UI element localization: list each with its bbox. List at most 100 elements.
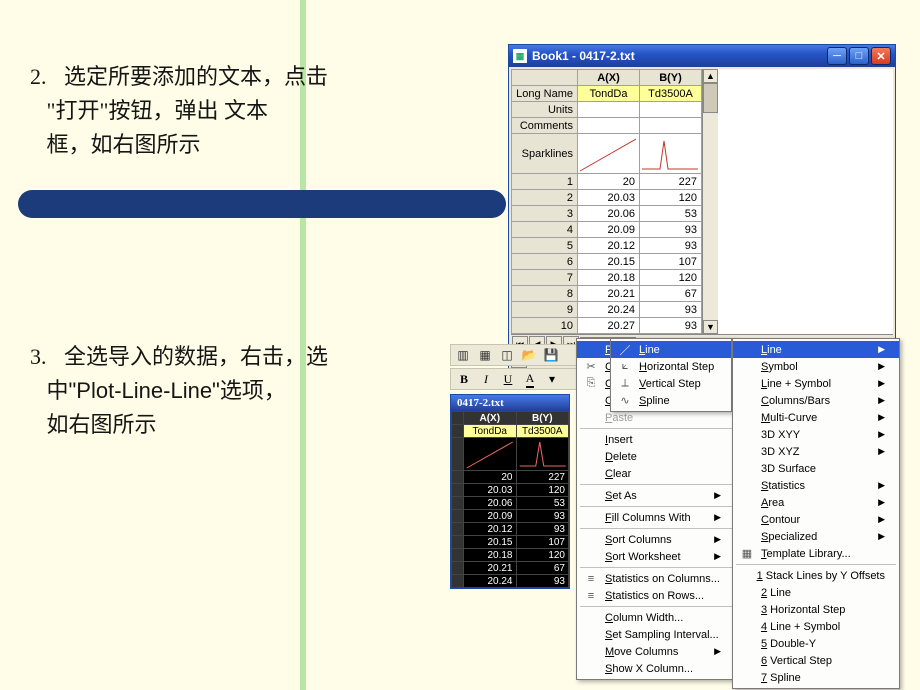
context-menu-item[interactable]: Sort Columns▶ bbox=[577, 531, 735, 548]
context-menu-item[interactable]: Fill Columns With▶ bbox=[577, 509, 735, 526]
maximize-button[interactable]: □ bbox=[849, 47, 869, 65]
context-menu-item[interactable]: Clear bbox=[577, 465, 735, 482]
col-header-b[interactable]: B(Y) bbox=[640, 70, 702, 86]
scroll-up-button[interactable]: ▲ bbox=[703, 69, 718, 83]
cell-a[interactable]: 20.24 bbox=[578, 302, 640, 318]
plot-category-menu-item[interactable]: 3D XYZ▶ bbox=[733, 443, 899, 460]
table-row[interactable]: 520.1293 bbox=[512, 238, 702, 254]
plot-line-menu-item[interactable]: ／Line bbox=[611, 341, 731, 358]
table-row[interactable]: 820.2167 bbox=[512, 286, 702, 302]
cell-a[interactable]: 20.06 bbox=[578, 206, 640, 222]
cell-a[interactable]: 20.15 bbox=[464, 536, 517, 549]
cell-b[interactable]: 120 bbox=[640, 190, 702, 206]
cell-a[interactable]: 20.09 bbox=[578, 222, 640, 238]
cell-b[interactable]: 67 bbox=[516, 562, 569, 575]
plot-line-menu-item[interactable]: ⟀Horizontal Step bbox=[611, 358, 731, 375]
cell-b[interactable]: 93 bbox=[516, 523, 569, 536]
cell-a[interactable]: 20 bbox=[464, 471, 517, 484]
table-row[interactable]: 920.2493 bbox=[512, 302, 702, 318]
plot-category-menu-item[interactable]: 3D Surface bbox=[733, 460, 899, 477]
longname-a[interactable]: TondDa bbox=[578, 86, 640, 102]
new-graph-icon[interactable]: ◫ bbox=[497, 346, 517, 364]
comments-a[interactable] bbox=[578, 118, 640, 134]
cell-b[interactable]: 93 bbox=[640, 222, 702, 238]
units-b[interactable] bbox=[640, 102, 702, 118]
scroll-thumb[interactable] bbox=[703, 83, 718, 113]
plot-category-menu-item[interactable]: 4 Line + Symbol bbox=[733, 618, 899, 635]
table-row[interactable]: 120227 bbox=[512, 174, 702, 190]
plot-category-menu[interactable]: Line▶Symbol▶Line + Symbol▶Columns/Bars▶M… bbox=[732, 338, 900, 689]
cell-b[interactable]: 53 bbox=[516, 497, 569, 510]
context-menu-item[interactable]: Sort Worksheet▶ bbox=[577, 548, 735, 565]
table-row[interactable]: 20.2167 bbox=[452, 562, 569, 575]
cell-b[interactable]: 93 bbox=[640, 238, 702, 254]
context-menu-item[interactable]: Show X Column... bbox=[577, 660, 735, 677]
cell-b[interactable]: 107 bbox=[640, 254, 702, 270]
context-menu-item[interactable]: Column Width... bbox=[577, 609, 735, 626]
cell-a[interactable]: 20.12 bbox=[464, 523, 517, 536]
table-row[interactable]: 20.18120 bbox=[452, 549, 569, 562]
cell-a[interactable]: 20.09 bbox=[464, 510, 517, 523]
cell-a[interactable]: 20.18 bbox=[464, 549, 517, 562]
underline-button[interactable]: U bbox=[499, 370, 517, 388]
context-menu-item[interactable]: Insert bbox=[577, 431, 735, 448]
table-row[interactable]: 20.03120 bbox=[452, 484, 569, 497]
plot-category-menu-item[interactable]: 3D XYY▶ bbox=[733, 426, 899, 443]
plot-category-menu-item[interactable]: 1 Stack Lines by Y Offsets bbox=[733, 567, 899, 584]
new-project-icon[interactable]: ▥ bbox=[453, 346, 473, 364]
window-titlebar[interactable]: ▦ Book1 - 0417-2.txt ─ □ ✕ bbox=[509, 45, 895, 67]
plot-category-menu-item[interactable]: ▦Template Library... bbox=[733, 545, 899, 562]
table-row[interactable]: 320.0653 bbox=[512, 206, 702, 222]
cell-b[interactable]: 93 bbox=[640, 318, 702, 334]
dropdown-icon[interactable]: ▾ bbox=[543, 370, 561, 388]
plot-category-menu-item[interactable]: 5 Double-Y bbox=[733, 635, 899, 652]
cell-b[interactable]: 227 bbox=[640, 174, 702, 190]
context-menu-item[interactable]: Set As▶ bbox=[577, 487, 735, 504]
row-index[interactable]: 6 bbox=[512, 254, 578, 270]
plot-category-menu-item[interactable]: 7 Spline bbox=[733, 669, 899, 686]
context-menu-item[interactable]: Delete bbox=[577, 448, 735, 465]
table-row[interactable]: 20.1293 bbox=[452, 523, 569, 536]
table-row[interactable]: 20.0993 bbox=[452, 510, 569, 523]
row-index[interactable]: 8 bbox=[512, 286, 578, 302]
row-label-longname[interactable]: Long Name bbox=[512, 86, 578, 102]
row-label-comments[interactable]: Comments bbox=[512, 118, 578, 134]
plot-category-menu-item[interactable]: Line▶ bbox=[733, 341, 899, 358]
plot-category-menu-item[interactable]: 3 Horizontal Step bbox=[733, 601, 899, 618]
context-menu-item[interactable]: ≡Statistics on Rows... bbox=[577, 587, 735, 604]
cell-b[interactable]: 120 bbox=[516, 484, 569, 497]
plot-category-menu-item[interactable]: 2 Line bbox=[733, 584, 899, 601]
cell-b[interactable]: 93 bbox=[516, 575, 569, 588]
vertical-scrollbar[interactable]: ▲ ▼ bbox=[702, 69, 718, 334]
cell-a[interactable]: 20.24 bbox=[464, 575, 517, 588]
cell-a[interactable]: 20.06 bbox=[464, 497, 517, 510]
corner-cell[interactable] bbox=[512, 70, 578, 86]
plot-category-menu-item[interactable]: Area▶ bbox=[733, 494, 899, 511]
row-index[interactable]: 1 bbox=[512, 174, 578, 190]
cell-b[interactable]: 67 bbox=[640, 286, 702, 302]
table-row[interactable]: 20.15107 bbox=[452, 536, 569, 549]
row-index[interactable]: 3 bbox=[512, 206, 578, 222]
cell-b[interactable]: 120 bbox=[516, 549, 569, 562]
context-menu-item[interactable]: Set Sampling Interval... bbox=[577, 626, 735, 643]
plot-line-submenu[interactable]: ／Line⟀Horizontal Step⟂Vertical Step∿Spli… bbox=[610, 338, 732, 412]
mini-col-a[interactable]: A(X) bbox=[464, 412, 517, 425]
font-color-button[interactable]: A bbox=[521, 370, 539, 388]
plot-category-menu-item[interactable]: Symbol▶ bbox=[733, 358, 899, 375]
cell-b[interactable]: 227 bbox=[516, 471, 569, 484]
plot-line-menu-item[interactable]: ⟂Vertical Step bbox=[611, 375, 731, 392]
row-index[interactable]: 10 bbox=[512, 318, 578, 334]
context-menu-item[interactable]: Move Columns▶ bbox=[577, 643, 735, 660]
worksheet-grid[interactable]: A(X) B(Y) Long Name TondDa Td3500A Units… bbox=[511, 69, 702, 334]
table-row[interactable]: 20227 bbox=[452, 471, 569, 484]
close-button[interactable]: ✕ bbox=[871, 47, 891, 65]
cell-a[interactable]: 20.18 bbox=[578, 270, 640, 286]
row-index[interactable]: 4 bbox=[512, 222, 578, 238]
col-header-a[interactable]: A(X) bbox=[578, 70, 640, 86]
context-menu-item[interactable]: ≡Statistics on Columns... bbox=[577, 570, 735, 587]
cell-a[interactable]: 20.21 bbox=[578, 286, 640, 302]
row-index[interactable]: 7 bbox=[512, 270, 578, 286]
mini-corner[interactable] bbox=[452, 412, 464, 425]
units-a[interactable] bbox=[578, 102, 640, 118]
cell-a[interactable]: 20.21 bbox=[464, 562, 517, 575]
